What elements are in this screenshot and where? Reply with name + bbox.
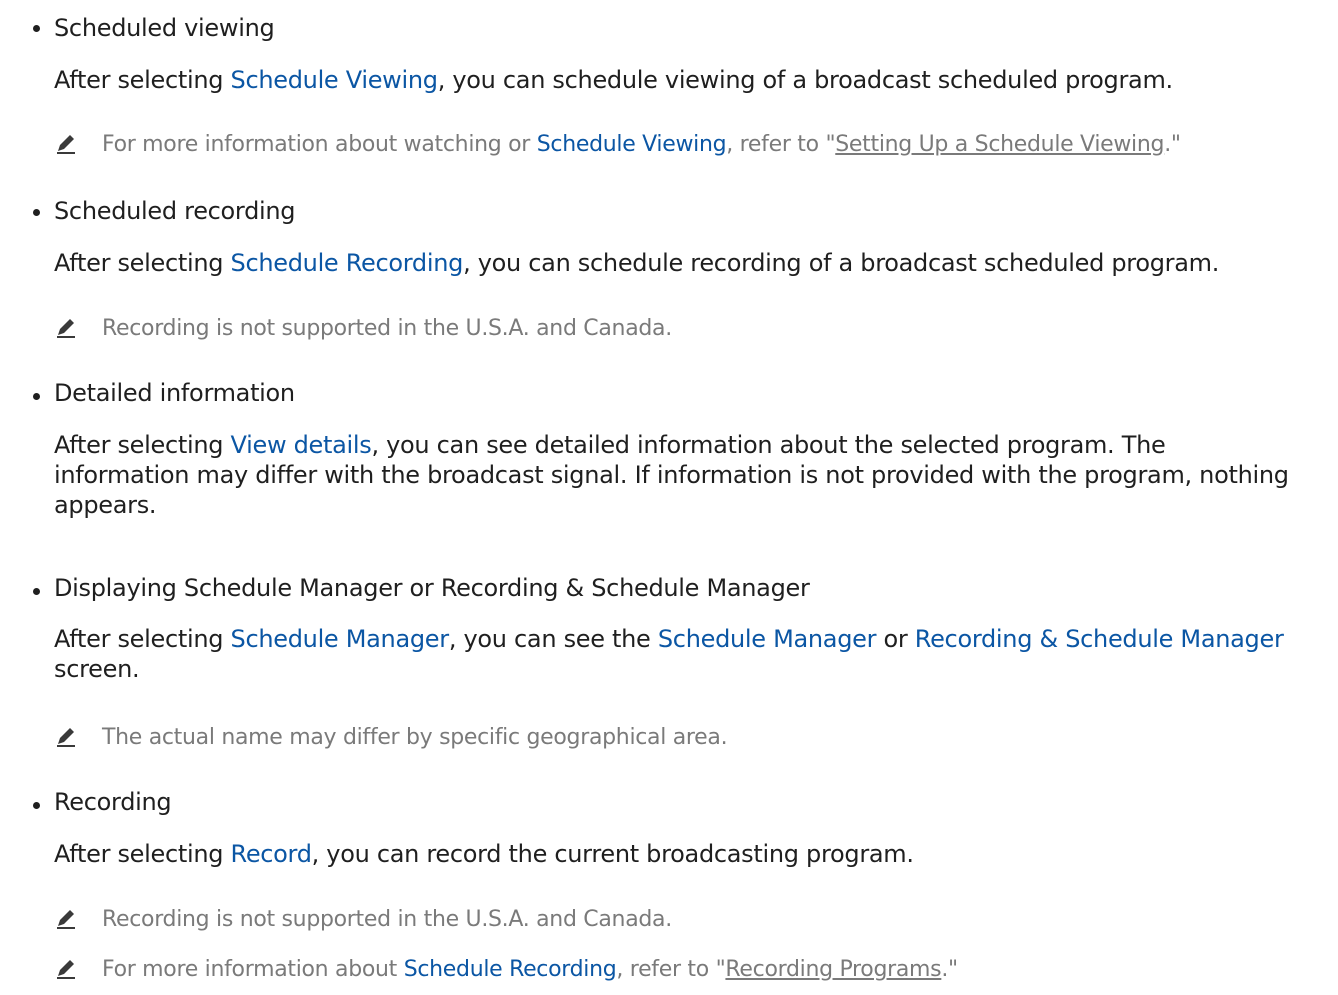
note-text: For more information about bbox=[102, 957, 404, 982]
section-body: After selecting Schedule Recording, you … bbox=[54, 248, 1294, 278]
section-heading-recording: Recording bbox=[54, 788, 172, 816]
section-heading-displaying-schedule-manager: Displaying Schedule Manager or Recording… bbox=[54, 574, 810, 602]
note-text: , refer to " bbox=[726, 132, 836, 157]
note-text: For more information about watching or bbox=[102, 132, 537, 157]
note-text: , refer to " bbox=[616, 957, 726, 982]
recording-programs-link[interactable]: Recording Programs bbox=[725, 957, 941, 982]
section-body: After selecting View details, you can se… bbox=[54, 430, 1294, 520]
note-text: The actual name may differ by specific g… bbox=[102, 725, 728, 750]
pencil-icon bbox=[57, 728, 75, 747]
schedule-recording-link[interactable]: Schedule Recording bbox=[231, 249, 464, 277]
section-body: After selecting Schedule Viewing, you ca… bbox=[54, 65, 1294, 95]
bullet bbox=[33, 802, 40, 809]
body-text: After selecting bbox=[54, 66, 231, 94]
schedule-viewing-link[interactable]: Schedule Viewing bbox=[231, 66, 438, 94]
body-text: After selecting bbox=[54, 625, 231, 653]
recording-schedule-manager-link[interactable]: Recording & Schedule Manager bbox=[915, 625, 1284, 653]
section-heading-detailed-information: Detailed information bbox=[54, 379, 295, 407]
bullet bbox=[33, 588, 40, 595]
bullet bbox=[33, 25, 40, 32]
body-text: or bbox=[876, 625, 915, 653]
setting-up-schedule-viewing-link[interactable]: Setting Up a Schedule Viewing bbox=[835, 132, 1164, 157]
note-text: ." bbox=[941, 957, 958, 982]
pencil-icon bbox=[57, 960, 75, 979]
view-details-link[interactable]: View details bbox=[231, 431, 372, 459]
schedule-recording-link[interactable]: Schedule Recording bbox=[404, 957, 617, 982]
note-text: Recording is not supported in the U.S.A.… bbox=[102, 907, 672, 932]
schedule-manager-link[interactable]: Schedule Manager bbox=[231, 625, 450, 653]
pencil-icon bbox=[57, 910, 75, 929]
schedule-viewing-link[interactable]: Schedule Viewing bbox=[537, 132, 727, 157]
body-text: After selecting bbox=[54, 431, 231, 459]
body-text: screen. bbox=[54, 655, 140, 683]
schedule-manager-link[interactable]: Schedule Manager bbox=[658, 625, 877, 653]
note-text: ." bbox=[1164, 132, 1181, 157]
pencil-icon bbox=[57, 135, 75, 154]
section-heading-scheduled-viewing: Scheduled viewing bbox=[54, 14, 275, 42]
record-link[interactable]: Record bbox=[231, 840, 312, 868]
body-text: , you can see the bbox=[448, 625, 658, 653]
note-text: Recording is not supported in the U.S.A.… bbox=[102, 316, 672, 341]
pencil-icon bbox=[57, 319, 75, 338]
bullet bbox=[33, 209, 40, 216]
section-body: After selecting Schedule Manager, you ca… bbox=[54, 624, 1294, 684]
body-text: After selecting bbox=[54, 840, 231, 868]
section-heading-scheduled-recording: Scheduled recording bbox=[54, 197, 296, 225]
body-text: , you can schedule viewing of a broadcas… bbox=[437, 66, 1173, 94]
bullet bbox=[33, 393, 40, 400]
body-text: After selecting bbox=[54, 249, 231, 277]
body-text: , you can schedule recording of a broadc… bbox=[463, 249, 1220, 277]
body-text: , you can record the current broadcastin… bbox=[311, 840, 914, 868]
section-body: After selecting Record, you can record t… bbox=[54, 839, 1294, 869]
